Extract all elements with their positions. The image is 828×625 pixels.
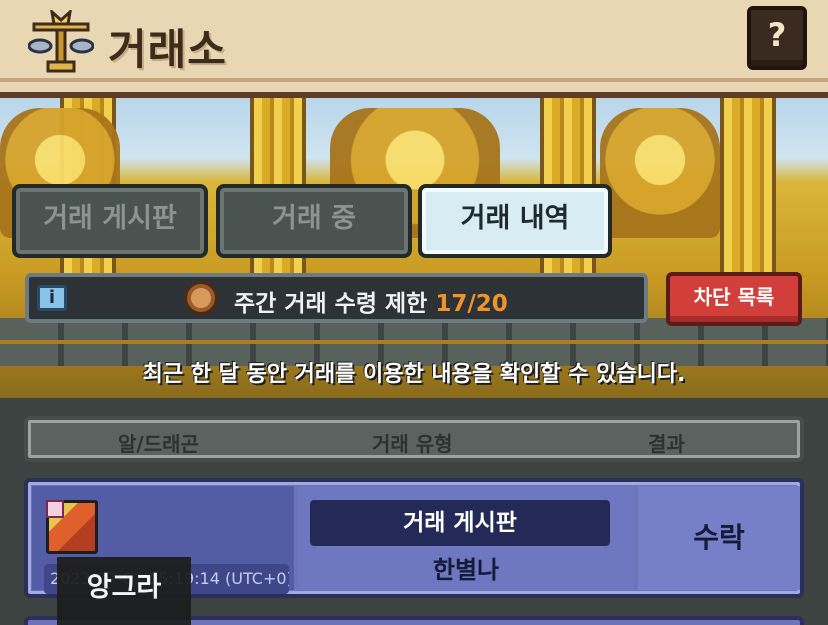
trade-type-label: 거래 게시판 [310,500,610,546]
scale-icon [28,10,94,73]
block-list-label: 차단 목록 [693,285,775,309]
banner-statue [600,108,720,238]
weekly-limit-bar: i 주간 거래 수령 제한 17/20 [25,273,648,323]
tab-label: 거래 중 [272,203,356,234]
page-title: 거래소 [108,25,227,74]
table-header: 알/드래곤 거래 유형 결과 [24,416,804,462]
tooltip-text: 앙그라 [86,572,162,603]
block-list-button[interactable]: 차단 목록 [666,272,802,326]
tab-trade-history[interactable]: 거래 내역 [418,184,612,258]
row-type-cell: 거래 게시판 한별나 [298,486,634,590]
tab-trading[interactable]: 거래 중 [216,184,412,258]
top-header: 거래소 ? [0,0,828,98]
info-icon[interactable]: i [37,285,67,311]
row-result-cell: 수락 [638,486,800,590]
weekly-limit-count: 17/20 [435,291,508,317]
item-thumbnail[interactable] [46,500,98,554]
coin-icon [184,281,218,315]
trade-result: 수락 [693,521,745,554]
item-name-tooltip: 앙그라 [57,557,191,625]
history-description: 최근 한 달 동안 거래를 이용한 내용을 확인할 수 있습니다. [142,362,686,387]
trade-partner: 한별나 [432,556,500,584]
tab-label: 거래 게시판 [43,203,177,234]
tab-label: 거래 내역 [460,203,570,234]
column-header: 거래 유형 [372,432,453,456]
weekly-limit-text: 주간 거래 수령 제한 17/20 [234,284,508,318]
column-header: 결과 [648,432,685,456]
column-header: 알/드래곤 [118,432,199,456]
help-label: ? [767,16,787,54]
weekly-limit-label: 주간 거래 수령 제한 [234,291,428,317]
tab-trade-board[interactable]: 거래 게시판 [12,184,208,258]
help-button[interactable]: ? [747,6,807,70]
